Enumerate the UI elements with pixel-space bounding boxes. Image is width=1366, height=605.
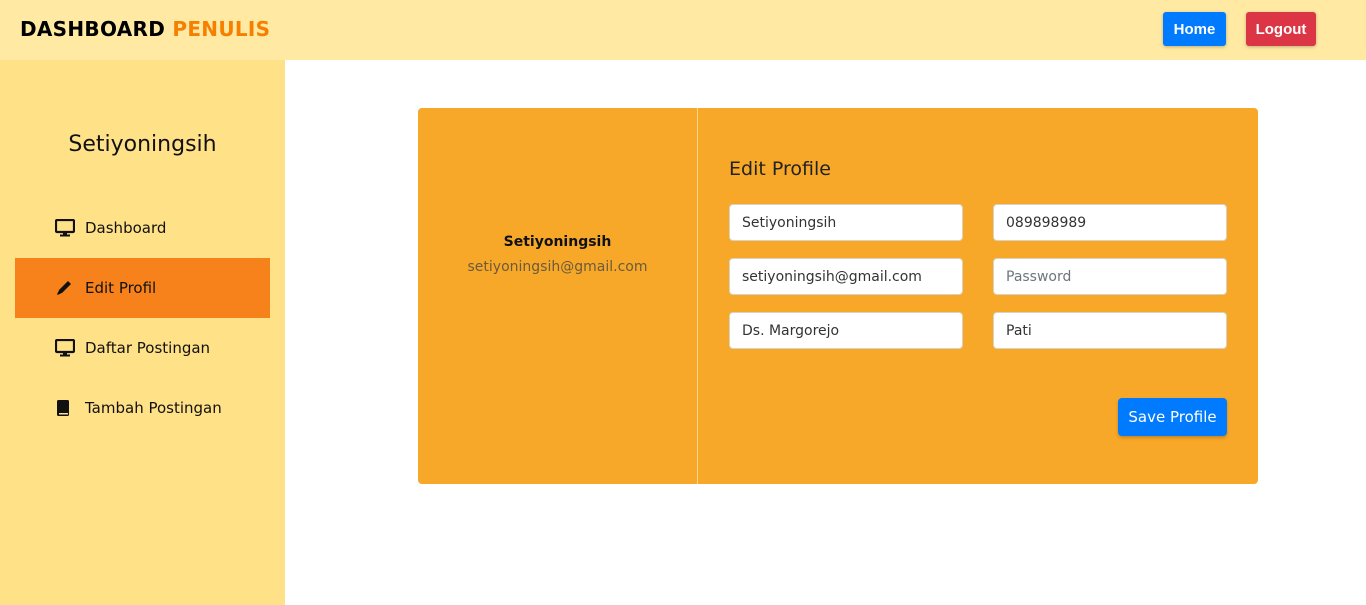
- monitor-icon: [55, 219, 77, 237]
- sidebar-item-edit-profil[interactable]: Edit Profil: [15, 258, 270, 318]
- city-field[interactable]: [993, 312, 1227, 349]
- edit-profile-title: Edit Profile: [729, 158, 831, 180]
- password-field[interactable]: [993, 258, 1227, 295]
- home-button[interactable]: Home: [1163, 12, 1226, 46]
- email-field[interactable]: [729, 258, 963, 295]
- address-field[interactable]: [729, 312, 963, 349]
- logout-button[interactable]: Logout: [1246, 12, 1316, 46]
- sidebar-item-dashboard[interactable]: Dashboard: [15, 198, 270, 258]
- sidebar-item-daftar-postingan[interactable]: Daftar Postingan: [15, 318, 270, 378]
- profile-name: Setiyoningsih: [503, 234, 612, 250]
- top-navbar: DASHBOARD PENULIS Home Logout: [0, 0, 1366, 60]
- sidebar-item-label: Edit Profil: [85, 279, 157, 297]
- brand-main: DASHBOARD: [20, 17, 166, 41]
- pencil-icon: [55, 279, 77, 297]
- name-field[interactable]: [729, 204, 963, 241]
- profile-email: setiyoningsih@gmail.com: [467, 259, 648, 275]
- phone-field[interactable]: [993, 204, 1227, 241]
- profile-card: Setiyoningsih setiyoningsih@gmail.com Ed…: [418, 108, 1258, 484]
- sidebar-item-label: Tambah Postingan: [85, 399, 222, 417]
- sidebar: Setiyoningsih Dashboard Edit Profil Daft…: [0, 60, 285, 605]
- sidebar-item-label: Dashboard: [85, 219, 167, 237]
- monitor-icon: [55, 339, 77, 357]
- sidebar-item-label: Daftar Postingan: [85, 339, 211, 357]
- book-icon: [55, 399, 77, 417]
- brand-title: DASHBOARD PENULIS: [20, 17, 270, 41]
- save-profile-button[interactable]: Save Profile: [1118, 398, 1227, 436]
- sidebar-user-name: Setiyoningsih: [68, 132, 217, 157]
- brand-accent: PENULIS: [172, 17, 271, 41]
- card-divider: [697, 108, 698, 484]
- sidebar-item-tambah-postingan[interactable]: Tambah Postingan: [15, 378, 270, 438]
